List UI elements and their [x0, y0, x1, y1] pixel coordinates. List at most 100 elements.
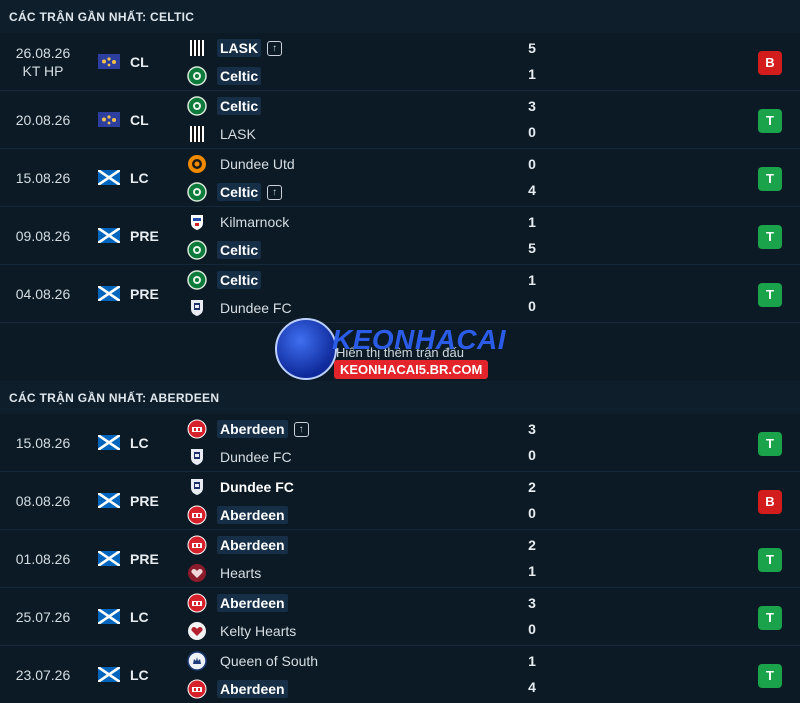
match-note: KT HP — [22, 62, 64, 79]
competition-code: LC — [130, 434, 149, 451]
arrow-up-icon: ↑ — [267, 184, 283, 200]
result-badge: T — [758, 664, 782, 688]
away-team[interactable]: Celtic — [187, 239, 262, 261]
home-team[interactable]: Dundee FC — [187, 476, 297, 498]
away-score: 0 — [528, 124, 536, 140]
match-row[interactable]: 15.08.26 LC Dundee Utd Celtic ↑ 0 4 T — [0, 149, 800, 207]
scotland-flag-icon — [97, 284, 121, 303]
celtic-crest-icon — [187, 96, 207, 116]
arrow-up-icon: ↑ — [293, 421, 309, 437]
competition-code: CL — [130, 111, 149, 128]
watermark-logo: KEONHACAI KEONHACAI5.BR.COM — [272, 318, 532, 384]
team-name: Celtic — [217, 97, 262, 115]
away-score: 1 — [528, 563, 536, 579]
soccer-ball-icon — [275, 318, 337, 380]
celtic-crest-icon — [187, 240, 207, 260]
away-team[interactable]: Aberdeen — [187, 504, 288, 526]
match-date-text: 15.08.26 — [15, 434, 71, 451]
scotland-flag-icon — [97, 433, 121, 452]
celtic-crest-icon — [187, 270, 207, 290]
celtic-crest-icon — [187, 66, 207, 86]
away-score: 0 — [528, 505, 536, 521]
away-team[interactable]: Aberdeen — [187, 678, 288, 700]
team-name: LASK — [220, 126, 256, 142]
dundeeutd-crest-icon — [187, 154, 207, 174]
home-team[interactable]: Aberdeen — [187, 534, 288, 556]
team-name: Celtic — [217, 241, 262, 259]
result-badge: T — [758, 606, 782, 630]
match-date: 01.08.26 — [0, 530, 86, 587]
competition-code: LC — [130, 666, 149, 683]
team-name: Hearts — [220, 565, 262, 581]
away-team[interactable]: Celtic — [187, 65, 262, 87]
home-team[interactable]: LASK ↑ — [187, 37, 283, 59]
match-date-text: 23.07.26 — [15, 666, 71, 683]
match-row[interactable]: 23.07.26 LC Queen of South Aberdeen 1 4 T — [0, 646, 800, 703]
celtic-crest-icon — [187, 182, 207, 202]
team-name: Celtic — [217, 271, 262, 289]
match-row[interactable]: 09.08.26 PRE Kilmarnock Celtic 1 5 T — [0, 207, 800, 265]
competition-code: PRE — [130, 285, 159, 302]
home-team[interactable]: Aberdeen ↑ — [187, 418, 309, 440]
match-row[interactable]: 26.08.26 KT HP CL LASK ↑ Celtic 5 1 B — [0, 33, 800, 91]
team-name: Dundee FC — [220, 449, 292, 465]
europe-flag-icon — [98, 112, 120, 127]
match-row[interactable]: 01.08.26 PRE Aberdeen Hearts 2 1 T — [0, 530, 800, 588]
home-score: 3 — [528, 595, 536, 611]
home-team[interactable]: Kilmarnock — [187, 211, 292, 233]
team-name: Aberdeen — [217, 594, 288, 612]
home-score: 2 — [528, 479, 536, 495]
match-date-text: 26.08.26 — [15, 44, 71, 61]
away-score: 0 — [528, 447, 536, 463]
home-team[interactable]: Queen of South — [187, 650, 321, 672]
match-date-text: 15.08.26 — [15, 169, 71, 186]
aberdeen-crest-icon — [187, 505, 207, 525]
match-row[interactable]: 08.08.26 PRE Dundee FC Aberdeen 2 0 B — [0, 472, 800, 530]
competition-code: LC — [130, 169, 149, 186]
home-score: 2 — [528, 537, 536, 553]
match-row[interactable]: 15.08.26 LC Aberdeen ↑ Dundee FC 3 0 T — [0, 414, 800, 472]
away-team[interactable]: Kelty Hearts — [187, 620, 299, 642]
away-team[interactable]: Hearts — [187, 562, 264, 584]
away-score: 0 — [528, 298, 536, 314]
competition-code: LC — [130, 608, 149, 625]
home-team[interactable]: Dundee Utd — [187, 153, 298, 175]
team-name: Celtic — [217, 67, 262, 85]
scotland-flag-icon — [97, 491, 121, 510]
away-team[interactable]: Dundee FC — [187, 446, 295, 468]
team-name: Aberdeen — [217, 506, 288, 524]
result-badge: T — [758, 167, 782, 191]
competition-code: PRE — [130, 227, 159, 244]
kelty-crest-icon — [187, 621, 207, 641]
match-row[interactable]: 25.07.26 LC Aberdeen Kelty Hearts 3 0 T — [0, 588, 800, 646]
away-team[interactable]: LASK — [187, 123, 259, 145]
away-team[interactable]: Dundee FC — [187, 297, 295, 319]
away-team[interactable]: Celtic ↑ — [187, 181, 283, 203]
match-date: 08.08.26 — [0, 472, 86, 529]
lask-crest-icon — [187, 38, 207, 58]
home-team[interactable]: Celtic — [187, 269, 262, 291]
match-row[interactable]: 04.08.26 PRE Celtic Dundee FC 1 0 T — [0, 265, 800, 323]
dundeefc-crest-icon — [187, 298, 207, 318]
match-date: 04.08.26 — [0, 265, 86, 322]
hearts-crest-icon — [187, 563, 207, 583]
scotland-flag-icon — [97, 168, 121, 187]
match-date-text: 09.08.26 — [15, 227, 71, 244]
dundeefc-crest-icon — [187, 447, 207, 467]
watermark-url: KEONHACAI5.BR.COM — [334, 360, 489, 379]
aberdeen-crest-icon — [187, 535, 207, 555]
away-score: 5 — [528, 240, 536, 256]
result-badge: B — [758, 490, 782, 514]
team-name: Queen of South — [220, 653, 319, 669]
home-score: 3 — [528, 421, 536, 437]
europe-flag-icon — [98, 54, 120, 69]
competition-code: PRE — [130, 492, 159, 509]
team-name: Kilmarnock — [220, 214, 290, 230]
home-score: 1 — [528, 214, 536, 230]
home-team[interactable]: Aberdeen — [187, 592, 288, 614]
match-date: 26.08.26 KT HP — [0, 33, 86, 90]
home-team[interactable]: Celtic — [187, 95, 262, 117]
team-name: Aberdeen — [217, 536, 288, 554]
lask-crest-icon — [187, 124, 207, 144]
match-row[interactable]: 20.08.26 CL Celtic LASK 3 0 T — [0, 91, 800, 149]
